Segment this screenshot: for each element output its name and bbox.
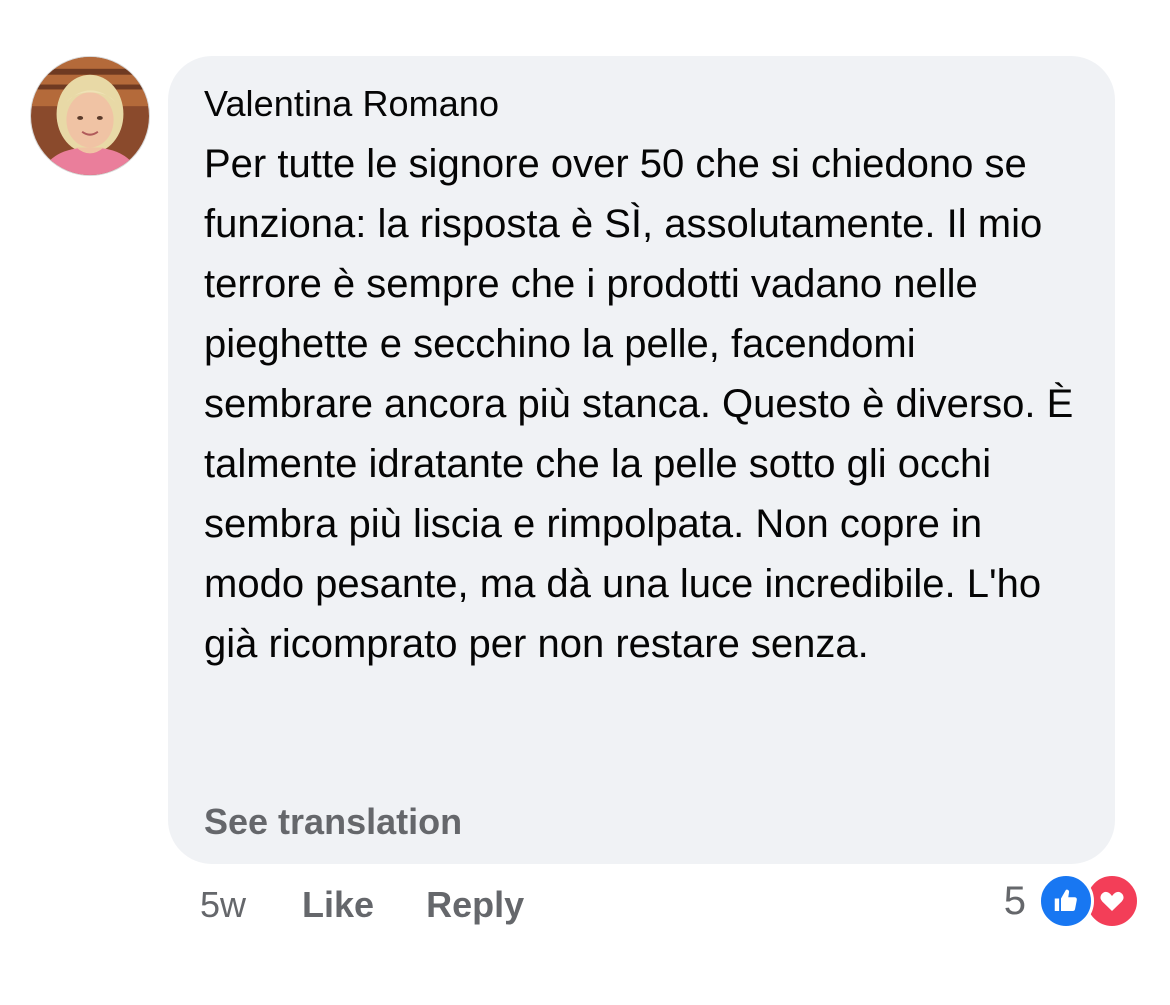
see-translation-link[interactable]: See translation bbox=[204, 800, 462, 844]
reaction-count: 5 bbox=[1003, 878, 1026, 923]
comment-author[interactable]: Valentina Romano bbox=[204, 82, 1079, 126]
reactions-summary[interactable]: 5 bbox=[1003, 873, 1140, 929]
comment-text: Per tutte le signore over 50 che si chie… bbox=[204, 142, 1074, 666]
profile-photo-icon bbox=[31, 57, 149, 175]
like-icon bbox=[1038, 873, 1094, 929]
comment-actions: 5w Like Reply bbox=[200, 880, 576, 930]
comment-timestamp[interactable]: 5w bbox=[200, 884, 246, 926]
avatar[interactable] bbox=[30, 56, 150, 176]
like-button[interactable]: Like bbox=[302, 884, 374, 926]
comment-bubble: Valentina Romano Per tutte le signore ov… bbox=[168, 56, 1115, 864]
reply-button[interactable]: Reply bbox=[426, 884, 524, 926]
